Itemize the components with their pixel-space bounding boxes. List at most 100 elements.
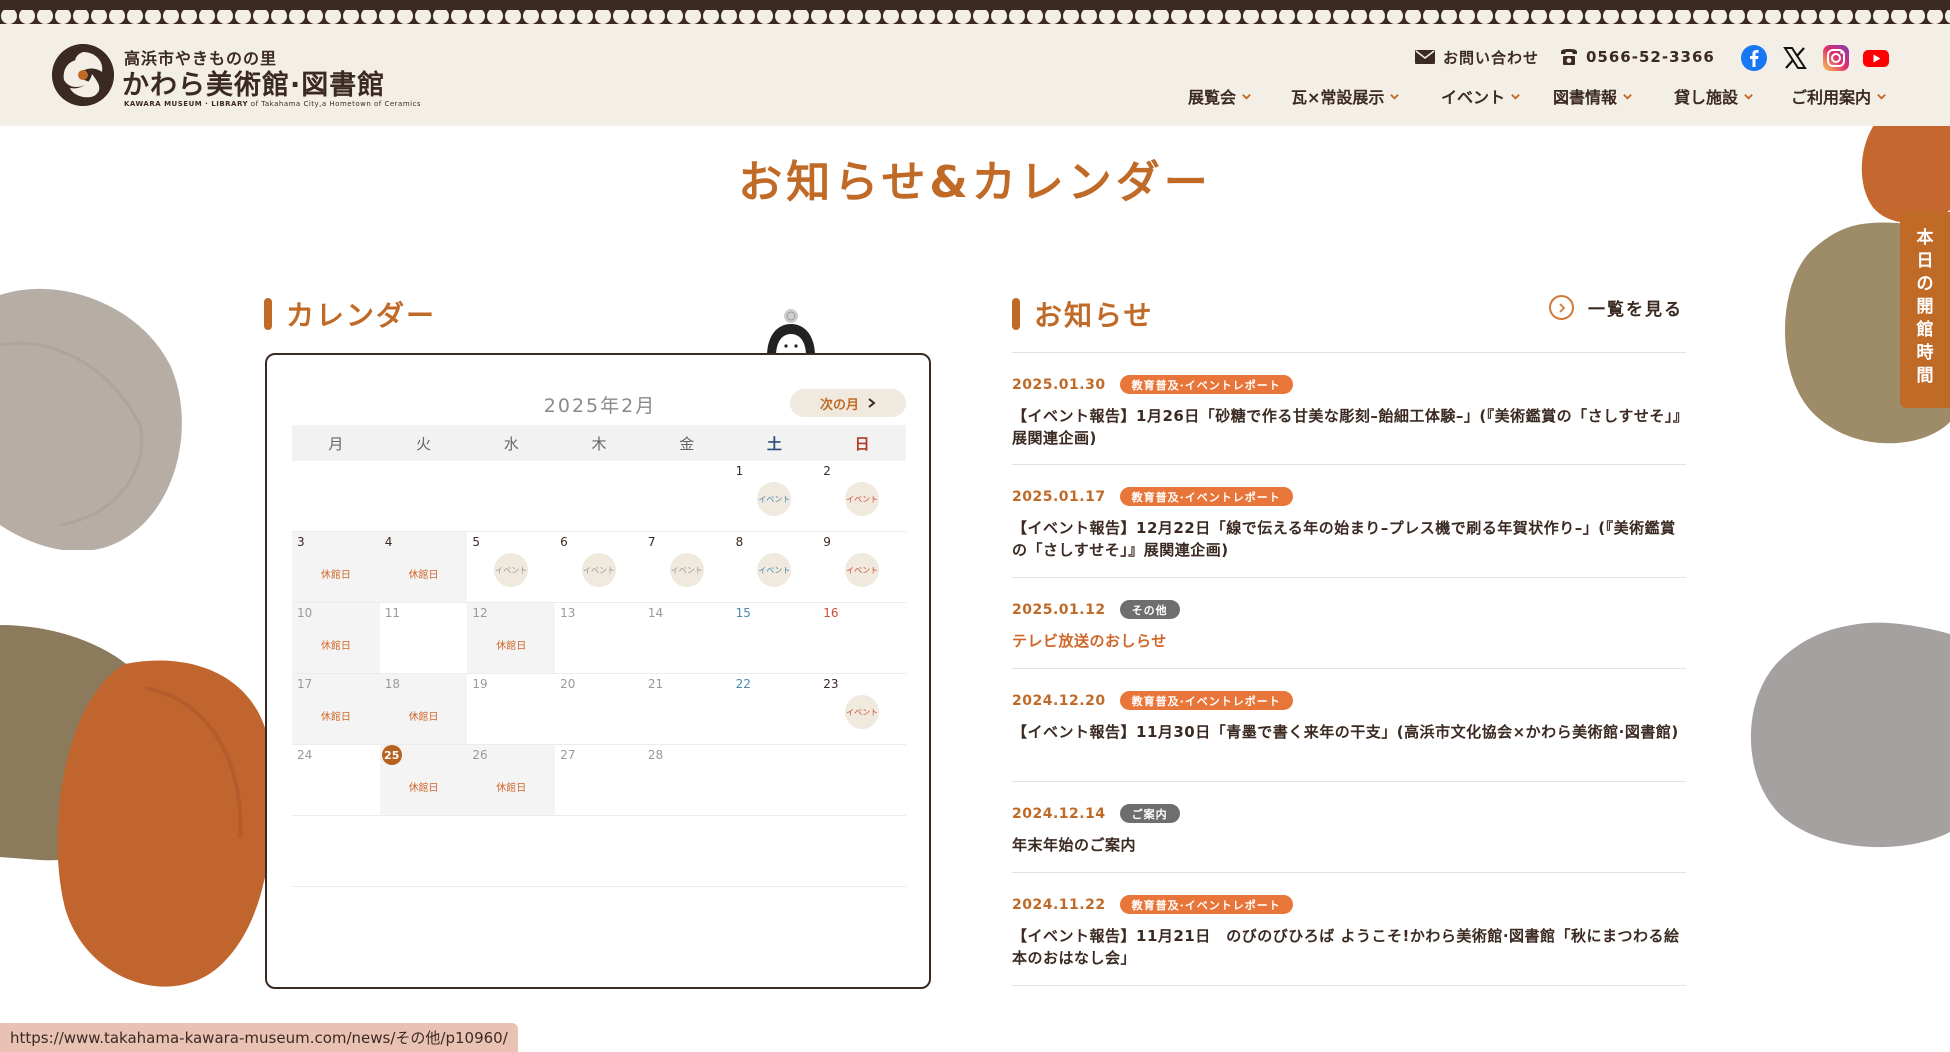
calendar-day[interactable]: 21 — [643, 674, 731, 744]
calendar-heading: カレンダー — [264, 294, 436, 334]
calendar-day-empty — [818, 816, 906, 886]
calendar-day[interactable]: 13 — [555, 603, 643, 673]
calendar-day[interactable]: 5 イベント — [467, 532, 555, 602]
calendar-day[interactable]: 11 — [380, 603, 468, 673]
next-month-button[interactable]: 次の月 — [790, 389, 906, 417]
calendar-day-empty — [818, 745, 906, 815]
calendar-day[interactable]: 3 休館日 — [292, 532, 380, 602]
news-category-tag: 教育普及·イベントレポート — [1119, 375, 1293, 394]
news-item[interactable]: 2024.12.14 ご案内 年末年始のご案内 — [1012, 781, 1686, 872]
news-title-link[interactable]: 【イベント報告】1月26日「砂糖で作る甘美な彫刻–飴細工体験–」(『美術鑑賞の「… — [1012, 405, 1686, 449]
news-item[interactable]: 2024.12.20 教育普及·イベントレポート 【イベント報告】11月30日「青墨… — [1012, 668, 1686, 781]
closed-label: 休館日 — [320, 641, 351, 652]
calendar-day-empty — [643, 816, 731, 886]
nav-library[interactable]: 図書情報 — [1553, 84, 1633, 108]
calendar-day[interactable]: 20 — [555, 674, 643, 744]
day-number: 20 — [560, 677, 576, 691]
calendar-day[interactable]: 14 — [643, 603, 731, 673]
news-title-link[interactable]: 【イベント報告】11月21日 のびのびひろば ようこそ!かわら美術館·図書館「秋… — [1012, 925, 1686, 969]
x-icon[interactable] — [1781, 44, 1809, 72]
instagram-icon[interactable] — [1822, 44, 1850, 72]
calendar-day[interactable]: 12 休館日 — [467, 603, 556, 673]
event-badge[interactable]: イベント — [845, 553, 880, 587]
site-logo[interactable]: 高浜市やきものの里 かわら美術館·図書館 KAWARA MUSEUM · LIB… — [52, 44, 421, 110]
news-title-link[interactable]: 【イベント報告】12月22日「線で伝える年の始まり–プレス機で刷る年賀状作り–」… — [1012, 517, 1686, 561]
calendar-week: 1 イベント 2 イベント — [292, 461, 906, 532]
day-number: 18 — [384, 677, 400, 691]
closed-label: 休館日 — [408, 570, 439, 581]
logo-title: かわら美術館·図書館 — [122, 70, 386, 101]
youtube-icon[interactable] — [1862, 44, 1890, 72]
calendar-day[interactable]: 8 イベント — [731, 532, 819, 602]
news-category-tag: 教育普及·イベントレポート — [1119, 691, 1293, 710]
header-scallop-top — [0, 10, 1950, 28]
calendar-day[interactable]: 1 イベント — [731, 461, 819, 531]
opening-hours-tab[interactable]: 本日の開館時間 — [1900, 212, 1950, 408]
calendar-day[interactable]: 10 休館日 — [292, 603, 380, 673]
news-item[interactable]: 2025.01.30 教育普及·イベントレポート【イベント報告】1月26日「砂糖で… — [1012, 352, 1686, 464]
calendar-day[interactable]: 25 休館日 — [379, 745, 468, 815]
calendar-day[interactable]: 22 — [731, 674, 819, 744]
event-badge[interactable]: イベント — [845, 695, 880, 729]
status-bar-url: https://www.takahama-kawara-museum.com/n… — [0, 1023, 518, 1052]
calendar-day-empty — [467, 816, 555, 886]
event-badge[interactable]: イベント — [581, 553, 616, 587]
calendar-day[interactable]: 17 休館日 — [292, 674, 380, 744]
weekday-fri: 金 — [679, 434, 695, 453]
calendar-day[interactable]: 4 休館日 — [379, 532, 468, 602]
calendar-day[interactable]: 19 — [467, 674, 555, 744]
news-title-link[interactable]: 年末年始のご案内 — [1012, 834, 1686, 856]
news-title-link[interactable]: テレビ放送のおしらせ — [1012, 630, 1686, 652]
phone-link[interactable]: 0566-52-3366 — [1560, 46, 1715, 68]
day-number: 23 — [823, 677, 839, 691]
calendar-day[interactable]: 6 イベント — [555, 532, 643, 602]
news-item[interactable]: 2025.01.12 その他 テレビ放送のおしらせ — [1012, 577, 1686, 668]
news-date: 2024.11.22 — [1012, 896, 1106, 913]
calendar-day[interactable]: 23 イベント — [818, 674, 906, 744]
day-number: 13 — [560, 606, 576, 620]
event-badge[interactable]: イベント — [669, 553, 704, 587]
calendar-day[interactable]: 9 イベント — [818, 532, 906, 602]
chevron-right-circle-icon — [1549, 295, 1574, 320]
day-number: 17 — [297, 677, 313, 691]
news-meta: 2025.01.17 教育普及·イベントレポート — [1012, 487, 1293, 506]
news-title-link[interactable]: 【イベント報告】11月30日「青墨で書く来年の干支」(高浜市文化協会×かわら美術… — [1012, 721, 1686, 743]
event-badge[interactable]: イベント — [494, 553, 529, 587]
closed-label: 休館日 — [496, 783, 527, 794]
opening-hours-label: 本日の開館時間 — [1916, 228, 1934, 386]
weekday-thu: 木 — [591, 434, 607, 453]
event-badge[interactable]: イベント — [757, 482, 792, 516]
facebook-icon[interactable] — [1740, 44, 1768, 72]
news-date: 2025.01.30 — [1012, 376, 1106, 393]
calendar-day[interactable]: 28 — [643, 745, 731, 815]
calendar-day[interactable]: 24 — [292, 745, 380, 815]
calendar-card: 2025年2月 次の月 月 火 水 木 金 土 日 1 イベント 2 イベント 3 休館日… — [265, 353, 931, 989]
news-date: 2025.01.12 — [1012, 601, 1106, 618]
event-badge[interactable]: イベント — [845, 482, 880, 516]
calendar-day[interactable]: 26 休館日 — [467, 745, 556, 815]
news-item[interactable]: 2024.11.22 教育普及·イベントレポート 【イベント報告】11月21日 のび… — [1012, 872, 1686, 986]
view-all-news-link[interactable]: 一覧を見る — [1549, 295, 1683, 320]
nav-events[interactable]: イベント — [1441, 84, 1521, 108]
calendar-day[interactable]: 27 — [555, 745, 643, 815]
event-badge[interactable]: イベント — [757, 553, 792, 587]
weekday-wed: 水 — [503, 434, 519, 453]
nav-rental[interactable]: 貸し施設 — [1674, 84, 1754, 108]
nav-tile-permanent[interactable]: 瓦×常設展示 — [1291, 84, 1400, 108]
calendar-day[interactable]: 2 イベント — [818, 461, 906, 531]
weekday-header: 月 火 水 木 金 土 日 — [292, 425, 906, 461]
contact-link[interactable]: お問い合わせ — [1415, 46, 1539, 68]
weekday-sat: 土 — [766, 434, 782, 453]
news-list: 2025.01.30 教育普及·イベントレポート 【イベント報告】1月26日「砂糖で… — [1012, 352, 1686, 986]
calendar-day[interactable]: 16 — [818, 603, 906, 673]
chevron-down-icon — [1390, 93, 1400, 100]
calendar-day[interactable]: 18 休館日 — [379, 674, 468, 744]
day-number: 4 — [384, 535, 393, 549]
nav-exhibitions[interactable]: 展覧会 — [1188, 84, 1252, 108]
calendar-day[interactable]: 7 イベント — [643, 532, 731, 602]
nav-rental-label: 貸し施設 — [1674, 88, 1739, 107]
news-item[interactable]: 2025.01.17 教育普及·イベントレポート【イベント報告】12月22日「線で… — [1012, 464, 1686, 577]
calendar-day[interactable]: 15 — [731, 603, 819, 673]
nav-guide[interactable]: ご利用案内 — [1791, 84, 1887, 108]
logo-mark-icon — [52, 44, 114, 106]
